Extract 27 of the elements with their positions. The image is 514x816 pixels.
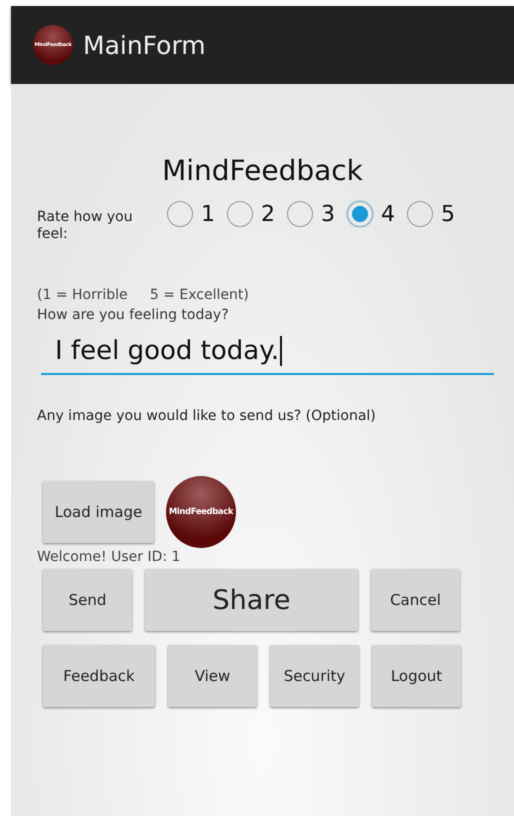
action-button[interactable]: Share	[145, 569, 358, 631]
radio-button[interactable]	[287, 201, 313, 227]
radio-button[interactable]	[407, 201, 433, 227]
radio-label: 2	[261, 202, 276, 226]
action-button[interactable]: Send	[43, 569, 132, 631]
image-logo: MindFeedback	[166, 476, 236, 548]
nav-button[interactable]: Security	[270, 645, 359, 707]
welcome-text: Welcome! User ID: 1	[37, 549, 182, 565]
scale-hint: (1 = Horrible 5 = Excellent)	[37, 287, 250, 303]
radio-button[interactable]	[347, 201, 373, 227]
action-button[interactable]: Cancel	[371, 569, 460, 631]
nav-button[interactable]: View	[168, 645, 257, 707]
window-title: MainForm	[83, 30, 206, 60]
feeling-input-field[interactable]: I feel good today.	[41, 329, 494, 375]
app-heading: MindFeedback	[161, 154, 364, 187]
radio-label: 1	[201, 202, 216, 226]
radio-label: 4	[381, 202, 396, 226]
nav-button[interactable]: Feedback	[43, 645, 155, 707]
nav-button[interactable]: Logout	[372, 645, 461, 707]
image-prompt: Any image you would like to send us? (Optional)	[37, 408, 377, 424]
radio-button[interactable]	[227, 201, 253, 227]
radio-button[interactable]	[167, 201, 193, 227]
radio-label: 5	[441, 202, 456, 226]
radio-label: 3	[321, 202, 336, 226]
load-image-button[interactable]: Load image	[43, 481, 154, 543]
rating-label: Rate how you feel:	[37, 208, 134, 243]
question-label: How are you feeling today?	[37, 307, 230, 323]
